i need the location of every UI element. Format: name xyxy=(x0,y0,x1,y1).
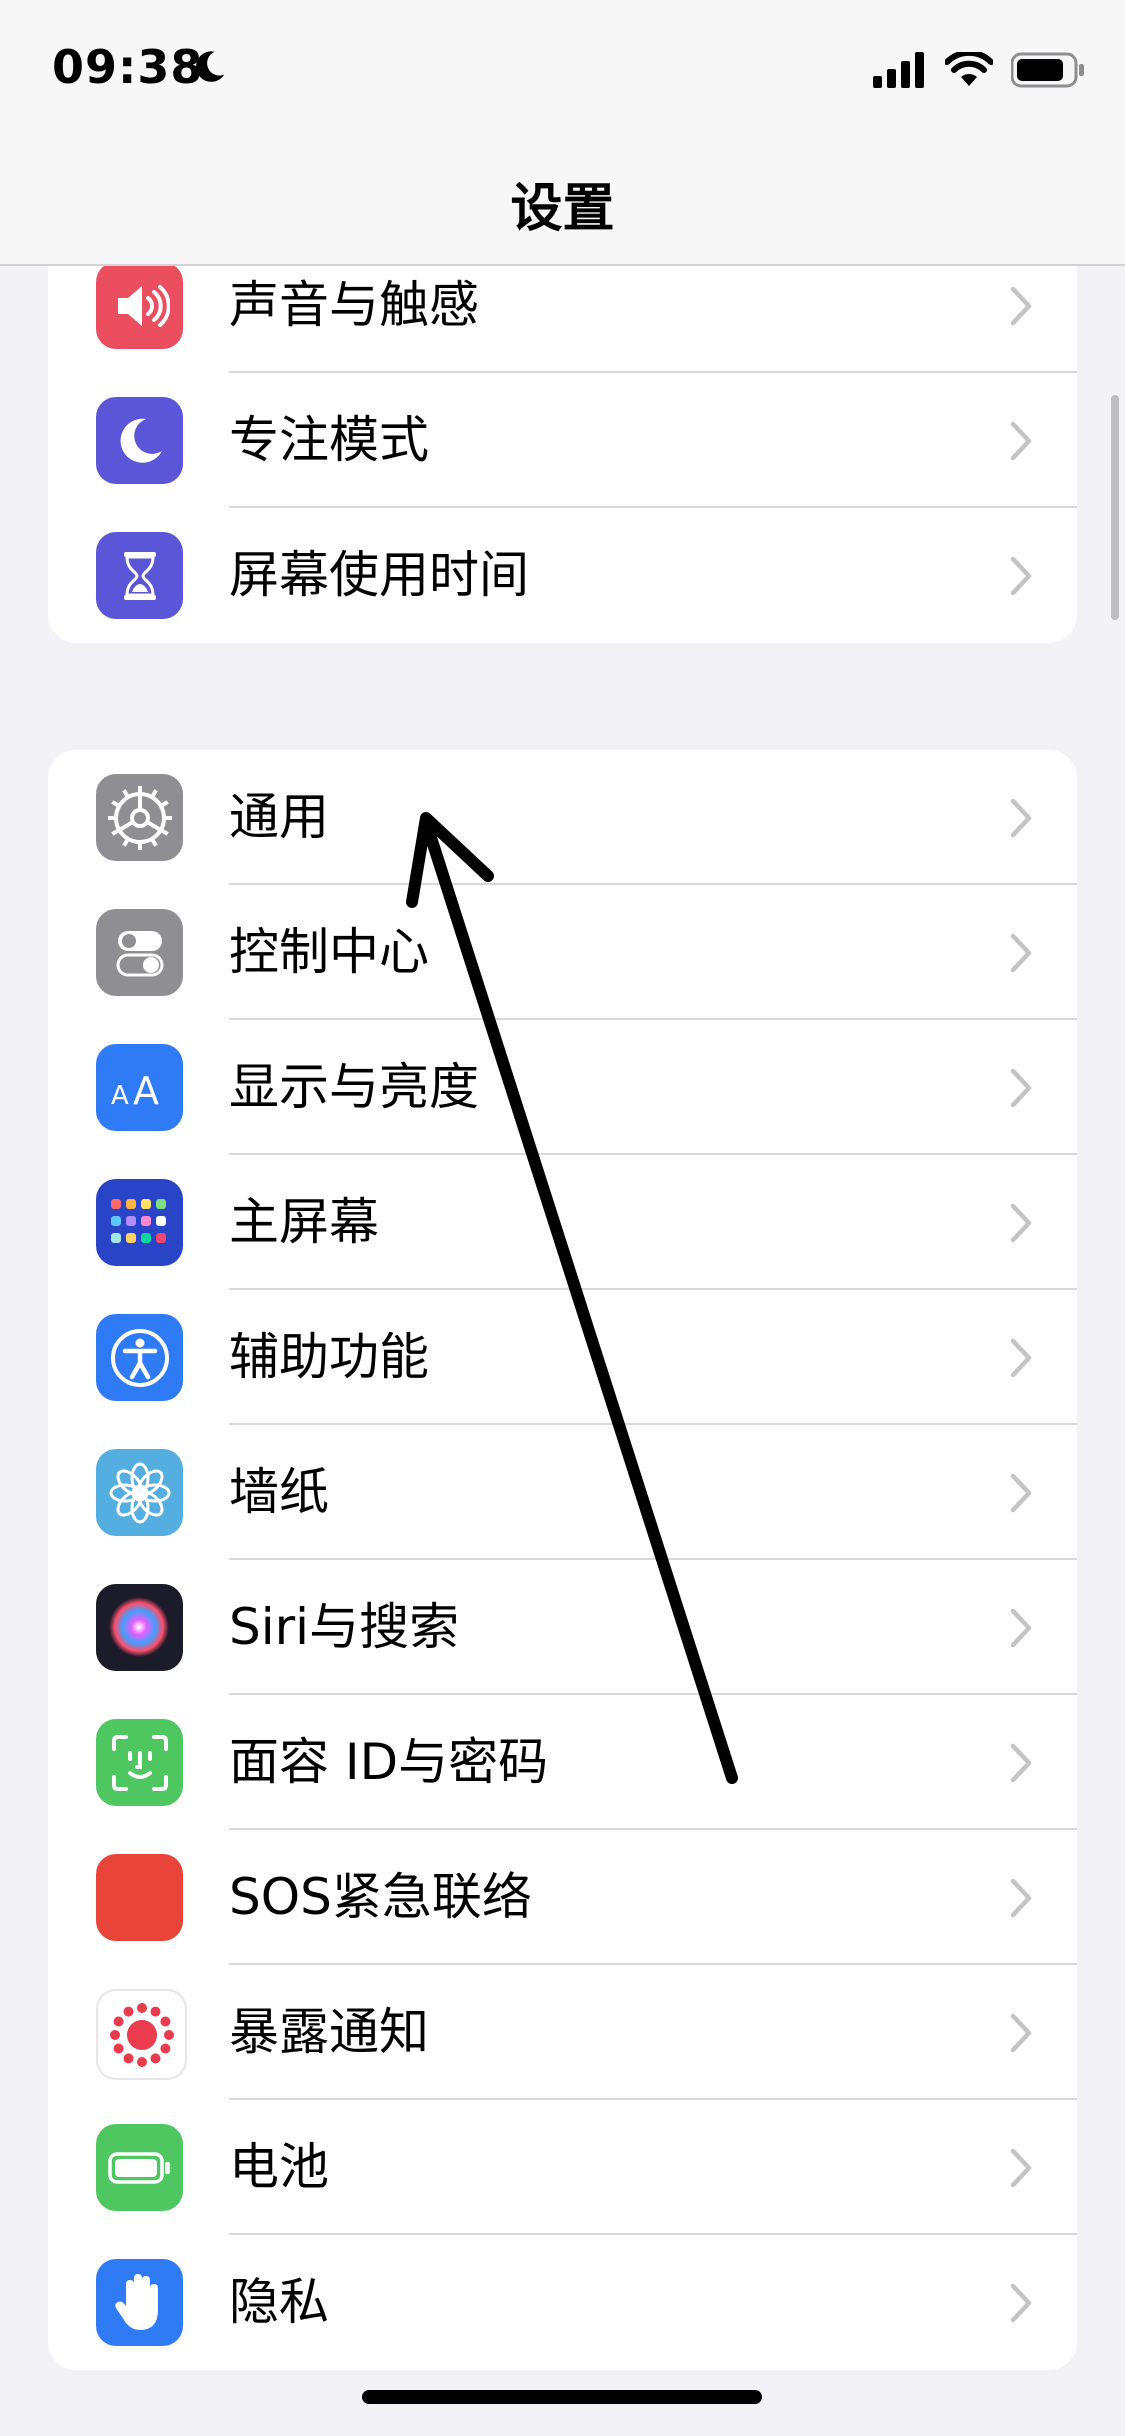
chevron-right-icon xyxy=(1010,556,1032,596)
settings-row-battery[interactable]: 电池 xyxy=(48,2100,1077,2235)
row-label: Siri与搜索 xyxy=(229,1598,460,1656)
status-indicators xyxy=(873,48,1085,92)
settings-row-home-grid[interactable]: 主屏幕 xyxy=(48,1155,1077,1290)
settings-row-toggles[interactable]: 控制中心 xyxy=(48,885,1077,1020)
row-label: 墙纸 xyxy=(229,1463,329,1521)
row-label: SOS紧急联络 xyxy=(229,1868,532,1926)
speaker-icon xyxy=(96,262,183,349)
svg-text:A: A xyxy=(111,1081,129,1111)
chevron-right-icon xyxy=(1010,1338,1032,1378)
chevron-right-icon xyxy=(1010,2013,1032,2053)
settings-row-moon[interactable]: 专注模式 xyxy=(48,373,1077,508)
row-label: 隐私 xyxy=(229,2273,329,2331)
chevron-right-icon xyxy=(1010,1878,1032,1918)
settings-row-face-id[interactable]: 面容 ID与密码 xyxy=(48,1695,1077,1830)
row-label: 专注模式 xyxy=(229,411,429,469)
settings-row-hourglass[interactable]: 屏幕使用时间 xyxy=(48,508,1077,643)
siri-icon xyxy=(96,1584,183,1671)
accessibility-icon xyxy=(96,1314,183,1401)
chevron-right-icon xyxy=(1010,1068,1032,1108)
chevron-right-icon xyxy=(1010,286,1032,326)
row-label: 主屏幕 xyxy=(229,1193,379,1251)
chevron-right-icon xyxy=(1010,1473,1032,1513)
signal-icon xyxy=(873,52,924,88)
settings-row-siri[interactable]: Siri与搜索 xyxy=(48,1560,1077,1695)
battery-icon xyxy=(96,2124,183,2211)
row-label: 暴露通知 xyxy=(229,2003,429,2061)
chevron-right-icon xyxy=(1010,1203,1032,1243)
svg-text:A: A xyxy=(133,1069,159,1113)
settings-group-general: 通用控制中心 A A 显示与亮度主屏幕辅助功能墙纸 Siri与搜索面容 ID与密码 SOS… xyxy=(48,750,1077,2370)
wifi-icon xyxy=(945,52,993,86)
battery-status-icon xyxy=(1011,52,1084,88)
hourglass-icon xyxy=(96,532,183,619)
scroll-indicator[interactable] xyxy=(1111,395,1119,620)
navigation-header: 09:38 设置 xyxy=(0,0,1125,266)
home-indicator[interactable] xyxy=(362,2390,762,2404)
chevron-right-icon xyxy=(1010,2148,1032,2188)
home-grid-icon xyxy=(96,1179,183,1266)
chevron-right-icon xyxy=(1010,798,1032,838)
sos-icon xyxy=(96,1854,183,1941)
settings-row-exposure[interactable]: 暴露通知 xyxy=(48,1965,1077,2100)
gear-icon xyxy=(96,774,183,861)
settings-row-accessibility[interactable]: 辅助功能 xyxy=(48,1290,1077,1425)
row-label: 通用 xyxy=(229,788,329,846)
hand-icon xyxy=(96,2259,183,2346)
row-label: 辅助功能 xyxy=(229,1328,429,1386)
status-time: 09:38 xyxy=(52,40,204,94)
exposure-icon xyxy=(96,1989,187,2080)
row-label: 控制中心 xyxy=(229,923,429,981)
row-label: 显示与亮度 xyxy=(229,1058,479,1116)
face-id-icon xyxy=(96,1719,183,1806)
chevron-right-icon xyxy=(1010,1743,1032,1783)
settings-row-flower[interactable]: 墙纸 xyxy=(48,1425,1077,1560)
settings-group-sounds: 声音与触感 专注模式 屏幕使用时间 xyxy=(48,240,1077,643)
text-size-icon: AA xyxy=(96,1044,183,1131)
row-label: 屏幕使用时间 xyxy=(229,546,529,604)
settings-row-gear[interactable]: 通用 xyxy=(48,750,1077,885)
settings-row-text-size[interactable]: A A 显示与亮度 xyxy=(48,1020,1077,1155)
row-label: 面容 ID与密码 xyxy=(229,1733,549,1791)
chevron-right-icon xyxy=(1010,1608,1032,1648)
settings-row-hand[interactable]: 隐私 xyxy=(48,2235,1077,2370)
page-title: 设置 xyxy=(510,179,615,239)
settings-row-sos[interactable]: SOS紧急联络 xyxy=(48,1830,1077,1965)
toggles-icon xyxy=(96,909,183,996)
chevron-right-icon xyxy=(1010,933,1032,973)
flower-icon xyxy=(96,1449,183,1536)
moon-icon xyxy=(96,397,183,484)
chevron-right-icon xyxy=(1010,2283,1032,2323)
focus-moon-icon xyxy=(196,51,225,82)
chevron-right-icon xyxy=(1010,421,1032,461)
row-label: 电池 xyxy=(229,2138,329,2196)
